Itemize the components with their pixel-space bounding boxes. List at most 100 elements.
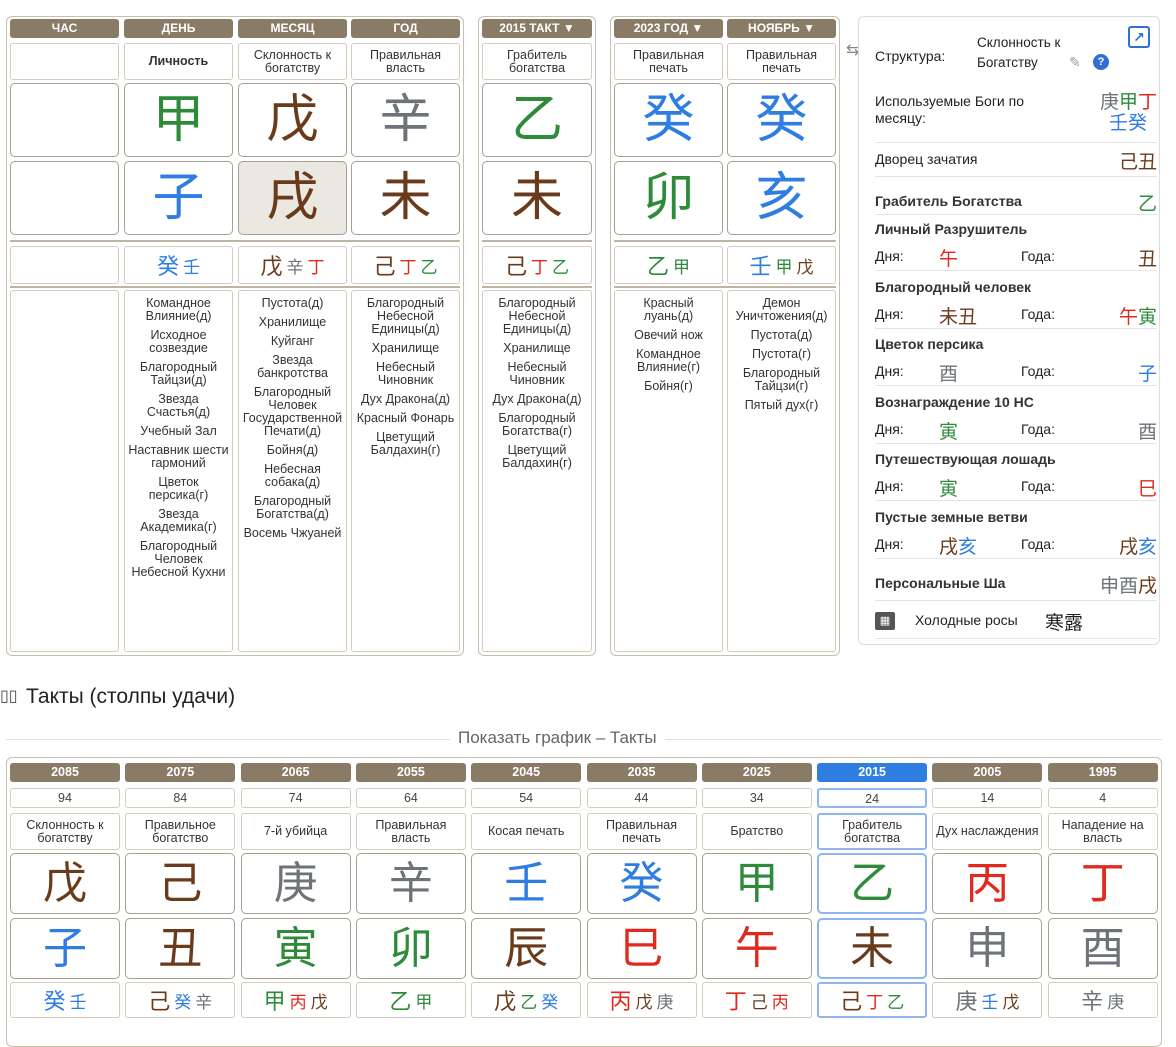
- lucks-title: Такты (столпы удачи): [26, 685, 236, 708]
- luck-year[interactable]: 2075: [125, 763, 236, 782]
- star-item[interactable]: Звезда банкротства: [239, 354, 346, 380]
- natal-0-branch[interactable]: [10, 161, 119, 235]
- star-item[interactable]: Учебный Зал: [125, 425, 232, 438]
- star-item[interactable]: Цветущий Балдахин(г): [483, 444, 591, 470]
- luck-hidden-stems: 丙戊庚: [586, 982, 697, 1018]
- luck-stem[interactable]: 庚: [240, 853, 351, 914]
- luck-year[interactable]: 2015: [817, 763, 928, 782]
- luck-branch[interactable]: 酉: [1047, 918, 1158, 979]
- natal-2-stem[interactable]: 戊: [238, 83, 347, 157]
- natal-3-stem[interactable]: 辛: [351, 83, 460, 157]
- star-item[interactable]: Цветущий Балдахин(г): [352, 431, 459, 457]
- luck-stem[interactable]: 丁: [1047, 853, 1158, 914]
- star-item[interactable]: Благородный Человек Небесной Кухни: [125, 540, 232, 579]
- star-item[interactable]: Красный Фонарь: [352, 412, 459, 425]
- natal-2-branch[interactable]: 戌: [238, 161, 347, 235]
- annual-0-stars: Красный луань(д) Овечий нож Командное Влия…: [614, 290, 723, 652]
- natal-3-branch[interactable]: 未: [351, 161, 460, 235]
- natal-1-branch[interactable]: 子: [124, 161, 233, 235]
- star-item[interactable]: Восемь Чжуаней: [239, 527, 346, 540]
- luck-year[interactable]: 2045: [471, 763, 582, 782]
- luck-branch[interactable]: 卯: [355, 918, 466, 979]
- star-item[interactable]: Небесный Чиновник: [483, 361, 591, 387]
- luck-branch[interactable]: 申: [932, 918, 1043, 979]
- luck-year[interactable]: 2005: [932, 763, 1043, 782]
- luck-age: 54: [471, 788, 582, 808]
- star-item[interactable]: Цветок персика(г): [125, 476, 232, 502]
- annual-1-stem[interactable]: 癸: [727, 83, 836, 157]
- natal-2-god: Склонность к богатству: [238, 43, 347, 80]
- star-item[interactable]: Хранилище: [239, 316, 346, 329]
- luck-year[interactable]: 2085: [10, 763, 120, 782]
- luck-branch[interactable]: 子: [10, 918, 120, 979]
- star-item[interactable]: Командное Влияние(д): [125, 297, 232, 323]
- star-item[interactable]: Бойня(д): [239, 444, 346, 457]
- star-item[interactable]: Пустота(д): [239, 297, 346, 310]
- luck-branch[interactable]: 未: [482, 161, 592, 235]
- rob-row: Грабитель Богатства 乙: [875, 185, 1157, 215]
- star-item[interactable]: Звезда Академика(г): [125, 508, 232, 534]
- luck-stem[interactable]: 丙: [932, 853, 1043, 914]
- annual-1-branch[interactable]: 亥: [727, 161, 836, 235]
- star-item[interactable]: Небесная собака(д): [239, 463, 346, 489]
- hanzi-group: 寅: [939, 417, 958, 444]
- star-item[interactable]: Дух Дракона(д): [352, 393, 459, 406]
- luck-stem[interactable]: 癸: [586, 853, 697, 914]
- luck-branch[interactable]: 辰: [471, 918, 582, 979]
- luck-stem[interactable]: 乙: [482, 83, 592, 157]
- hanzi-group: 申酉戌: [1100, 571, 1157, 598]
- star-item[interactable]: Хранилище: [483, 342, 591, 355]
- luck-year[interactable]: 1995: [1047, 763, 1158, 782]
- luck-branch[interactable]: 寅: [240, 918, 351, 979]
- star-item[interactable]: Наставник шести гармоний: [125, 444, 232, 470]
- luck-stem[interactable]: 戊: [10, 853, 120, 914]
- luck-stem[interactable]: 乙: [817, 853, 928, 914]
- luck-branch[interactable]: 巳: [586, 918, 697, 979]
- star-item[interactable]: Красный луань(д): [615, 297, 722, 323]
- annual-1-header[interactable]: НОЯБРЬ ▼: [727, 19, 836, 38]
- star-item[interactable]: Овечий нож: [615, 329, 722, 342]
- expand-icon[interactable]: ↗: [1128, 26, 1150, 48]
- star-item[interactable]: Благородный Богатства(д): [239, 495, 346, 521]
- star-item[interactable]: Благородный Тайцзи(д): [125, 361, 232, 387]
- luck-stem[interactable]: 壬: [471, 853, 582, 914]
- star-item[interactable]: Благородный Богатства(г): [483, 412, 591, 438]
- luck-branch[interactable]: 午: [701, 918, 812, 979]
- star-item[interactable]: Хранилище: [352, 342, 459, 355]
- natal-0-stem[interactable]: [10, 83, 119, 157]
- show-chart-toggle[interactable]: Показать график – Такты: [450, 728, 665, 748]
- star-item[interactable]: Пустота(д): [728, 329, 835, 342]
- luck-stem[interactable]: 甲: [701, 853, 812, 914]
- star-item[interactable]: Пятый дух(г): [728, 399, 835, 412]
- hidden-stem: 甲: [415, 992, 433, 1013]
- star-item[interactable]: Исходное созвездие: [125, 329, 232, 355]
- edit-icon[interactable]: ✎: [1069, 54, 1081, 71]
- luck-stem[interactable]: 己: [125, 853, 236, 914]
- star-item[interactable]: Звезда Счастья(д): [125, 393, 232, 419]
- star-item[interactable]: Командное Влияние(г): [615, 348, 722, 374]
- annual-0-stem[interactable]: 癸: [614, 83, 723, 157]
- star-item[interactable]: Демон Уничтожения(д): [728, 297, 835, 323]
- luck-branch[interactable]: 未: [817, 918, 928, 979]
- hidden-stem: 甲: [775, 257, 793, 278]
- luck-year[interactable]: 2065: [240, 763, 351, 782]
- luck-branch[interactable]: 丑: [125, 918, 236, 979]
- luck-header[interactable]: 2015 ТАКТ ▼: [482, 19, 592, 38]
- star-item[interactable]: Пустота(г): [728, 348, 835, 361]
- help-icon[interactable]: ?: [1093, 54, 1109, 70]
- luck-year[interactable]: 2035: [586, 763, 697, 782]
- star-item[interactable]: Дух Дракона(д): [483, 393, 591, 406]
- star-item[interactable]: Благородный Тайцзи(г): [728, 367, 835, 393]
- annual-0-branch[interactable]: 卯: [614, 161, 723, 235]
- star-item[interactable]: Бойня(г): [615, 380, 722, 393]
- star-item[interactable]: Куйганг: [239, 335, 346, 348]
- luck-year[interactable]: 2025: [701, 763, 812, 782]
- star-item[interactable]: Благородный Небесной Единицы(д): [483, 297, 591, 336]
- natal-1-stem[interactable]: 甲: [124, 83, 233, 157]
- star-item[interactable]: Небесный Чиновник: [352, 361, 459, 387]
- annual-0-header[interactable]: 2023 ГОД ▼: [614, 19, 723, 38]
- star-item[interactable]: Благородный Небесной Единицы(д): [352, 297, 459, 336]
- star-item[interactable]: Благородный Человек Государственной Печа…: [239, 386, 346, 438]
- luck-year[interactable]: 2055: [355, 763, 466, 782]
- luck-stem[interactable]: 辛: [355, 853, 466, 914]
